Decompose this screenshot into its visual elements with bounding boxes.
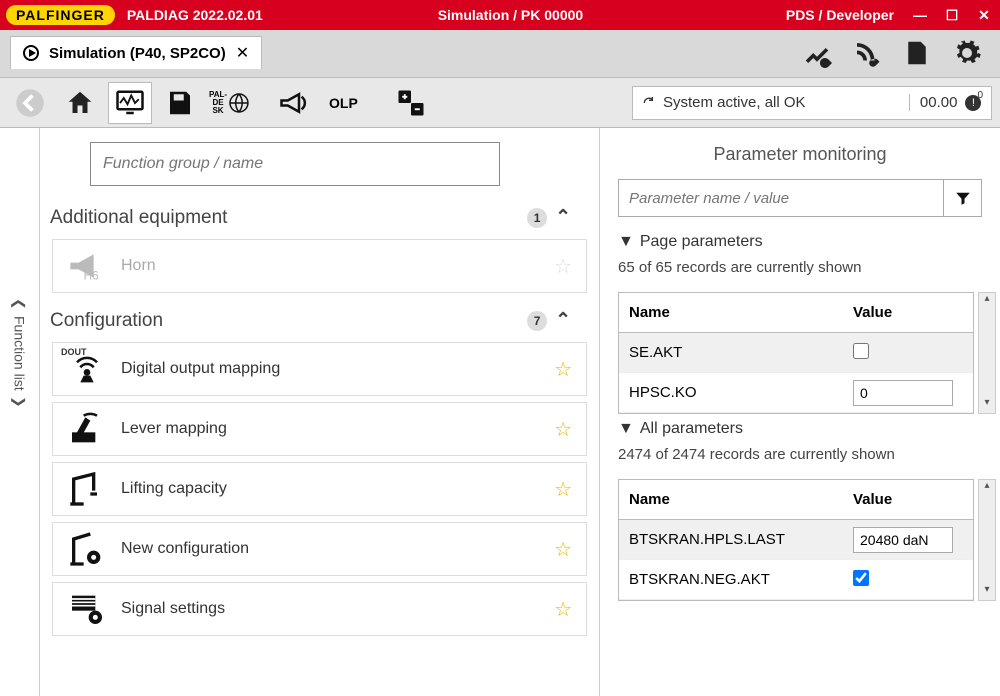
tab-close-icon[interactable]: ✕ xyxy=(236,43,249,63)
table-row[interactable]: HPSC.KO xyxy=(619,373,973,413)
user-mode: PDS / Developer xyxy=(636,7,904,23)
item-signal-settings[interactable]: Signal settings ☆ xyxy=(52,582,587,636)
dout-tag: DOUT xyxy=(61,347,87,357)
section-title: Page parameters xyxy=(640,233,763,251)
table-row[interactable]: BTSKRAN.NEG.AKT xyxy=(619,560,973,600)
minimize-button[interactable]: — xyxy=(904,7,936,24)
monitor-button[interactable] xyxy=(108,82,152,124)
star-icon[interactable]: ☆ xyxy=(554,254,572,279)
star-icon[interactable]: ☆ xyxy=(554,417,572,442)
param-input[interactable] xyxy=(853,380,953,406)
close-button[interactable]: ✕ xyxy=(968,7,1000,24)
svg-text:H6: H6 xyxy=(84,269,99,282)
page-parameters-table: NameValue SE.AKT HPSC.KO xyxy=(618,292,974,414)
item-label: Lifting capacity xyxy=(121,480,540,498)
section-all-parameters[interactable]: ▼ All parameters xyxy=(618,420,982,438)
param-name: SE.AKT xyxy=(619,344,853,361)
parameter-title: Parameter monitoring xyxy=(604,128,996,179)
param-checkbox[interactable] xyxy=(853,343,869,359)
tab-simulation[interactable]: Simulation (P40, SP2CO) ✕ xyxy=(10,36,262,69)
add-remove-button[interactable] xyxy=(389,82,433,124)
item-label: New configuration xyxy=(121,540,540,558)
item-digital-output-mapping[interactable]: DOUT Digital output mapping ☆ xyxy=(52,342,587,396)
filter-button[interactable] xyxy=(944,179,982,217)
brush-search-icon[interactable] xyxy=(802,38,832,68)
side-rail[interactable]: ❮Function list❯ xyxy=(0,128,40,696)
status-text: System active, all OK xyxy=(663,94,806,111)
olp-button[interactable]: OLP xyxy=(322,82,365,124)
signal-gear-icon xyxy=(67,589,107,629)
function-list-pane: Additional equipment 1 ⌃ H6 Horn ☆ Confi… xyxy=(40,128,600,696)
col-value: Value xyxy=(853,491,973,508)
item-label: Signal settings xyxy=(121,600,540,618)
document-title: Simulation / PK 00000 xyxy=(379,7,637,23)
tab-bar: Simulation (P40, SP2CO) ✕ xyxy=(0,30,1000,78)
star-icon[interactable]: ☆ xyxy=(554,477,572,502)
parameter-pane: Parameter monitoring ▼ Page parameters 6… xyxy=(600,128,1000,696)
app-title: PALDIAG 2022.02.01 xyxy=(121,7,379,23)
maximize-button[interactable]: ☐ xyxy=(936,7,968,24)
save-button[interactable] xyxy=(158,82,202,124)
param-name: BTSKRAN.HPLS.LAST xyxy=(619,531,853,548)
all-parameters-table: NameValue BTSKRAN.HPLS.LAST BTSKRAN.NEG.… xyxy=(618,479,974,601)
item-horn[interactable]: H6 Horn ☆ xyxy=(52,239,587,293)
group-count-badge: 7 xyxy=(527,311,547,331)
crane-gear-icon xyxy=(67,529,107,569)
group-label: Configuration xyxy=(50,310,527,332)
horn-button[interactable] xyxy=(272,82,316,124)
home-button[interactable] xyxy=(58,82,102,124)
item-lifting-capacity[interactable]: Lifting capacity ☆ xyxy=(52,462,587,516)
status-badge-count: 0 xyxy=(977,90,983,101)
sidebar-label: Function list xyxy=(12,316,28,391)
section-title: All parameters xyxy=(640,420,743,438)
param-name: HPSC.KO xyxy=(619,384,853,401)
crane-icon xyxy=(67,469,107,509)
group-additional-equipment[interactable]: Additional equipment 1 ⌃ xyxy=(40,196,599,239)
brand-logo: PALFINGER xyxy=(6,5,115,25)
table-scrollbar[interactable]: ▴▾ xyxy=(978,292,996,414)
tab-label: Simulation (P40, SP2CO) xyxy=(49,45,226,62)
page-record-summary: 65 of 65 records are currently shown xyxy=(618,251,982,286)
all-record-summary: 2474 of 2474 records are currently shown xyxy=(618,438,982,473)
parameter-search-input[interactable] xyxy=(618,179,944,217)
star-icon[interactable]: ☆ xyxy=(554,357,572,382)
paldesk-button[interactable]: PAL-DESK xyxy=(208,82,252,124)
col-name: Name xyxy=(619,491,853,508)
status-box: System active, all OK 00.00 ! 0 xyxy=(632,86,992,120)
play-icon xyxy=(23,45,39,61)
group-label: Additional equipment xyxy=(50,207,527,229)
title-bar: PALFINGER PALDIAG 2022.02.01 Simulation … xyxy=(0,0,1000,30)
function-search-input[interactable] xyxy=(90,142,500,186)
star-icon[interactable]: ☆ xyxy=(554,537,572,562)
item-lever-mapping[interactable]: Lever mapping ☆ xyxy=(52,402,587,456)
back-button[interactable] xyxy=(8,82,52,124)
signal-search-icon[interactable] xyxy=(852,38,882,68)
param-checkbox[interactable] xyxy=(853,570,869,586)
table-row[interactable]: SE.AKT xyxy=(619,333,973,373)
col-value: Value xyxy=(853,304,973,321)
toolbar: PAL-DESK OLP System active, all OK 00.00… xyxy=(0,78,1000,128)
section-page-parameters[interactable]: ▼ Page parameters xyxy=(618,233,982,251)
item-label: Lever mapping xyxy=(121,420,540,438)
horn-icon: H6 xyxy=(67,246,107,286)
item-label: Digital output mapping xyxy=(121,360,540,378)
table-scrollbar[interactable]: ▴▾ xyxy=(978,479,996,601)
param-input[interactable] xyxy=(853,527,953,553)
chevron-up-icon[interactable]: ⌃ xyxy=(555,309,571,332)
star-icon[interactable]: ☆ xyxy=(554,597,572,622)
status-arrow-icon xyxy=(641,95,657,111)
group-count-badge: 1 xyxy=(527,208,547,228)
status-time: 00.00 xyxy=(909,94,958,111)
item-new-configuration[interactable]: New configuration ☆ xyxy=(52,522,587,576)
document-icon[interactable] xyxy=(902,38,932,68)
chevron-up-icon[interactable]: ⌃ xyxy=(555,206,571,229)
paldesk-text3: SK xyxy=(212,107,223,115)
gear-icon[interactable] xyxy=(952,38,982,68)
group-configuration[interactable]: Configuration 7 ⌃ xyxy=(40,299,599,342)
table-row[interactable]: BTSKRAN.HPLS.LAST xyxy=(619,520,973,560)
item-label: Horn xyxy=(121,257,540,275)
lever-icon xyxy=(67,409,107,449)
param-name: BTSKRAN.NEG.AKT xyxy=(619,571,853,588)
col-name: Name xyxy=(619,304,853,321)
